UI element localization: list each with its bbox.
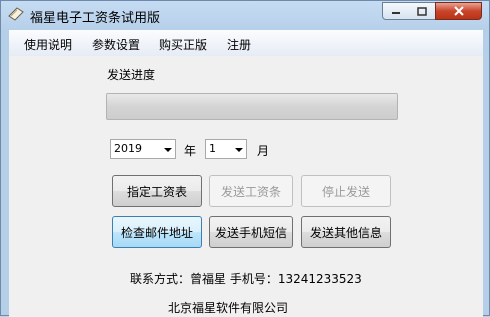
send-payroll-button[interactable]: 发送工资条: [209, 175, 293, 207]
menu-bar: 使用说明 参数设置 购买正版 注册: [9, 30, 483, 56]
send-other-button[interactable]: 发送其他信息: [301, 216, 391, 248]
specify-payroll-button[interactable]: 指定工资表: [112, 175, 202, 207]
year-value: 2019: [114, 142, 142, 155]
send-sms-button[interactable]: 发送手机短信: [209, 216, 293, 248]
minimize-icon: [392, 12, 400, 14]
window-title: 福星电子工资条试用版: [30, 11, 161, 26]
month-value: 1: [209, 142, 216, 155]
dropdown-arrow-icon: [235, 148, 243, 152]
app-window: 福星电子工资条试用版 使用说明 参数设置 购买正版 注册 发送进度 2019 年…: [0, 0, 490, 317]
menu-register[interactable]: 注册: [227, 36, 251, 53]
main-panel: 发送进度 2019 年 1 月 指定工资表 发送工资条 停止发送 检查邮件地址 …: [9, 56, 483, 317]
title-bar[interactable]: 福星电子工资条试用版: [1, 1, 489, 29]
menu-help[interactable]: 使用说明: [24, 36, 72, 53]
year-unit: 年: [184, 144, 197, 158]
close-icon: [453, 6, 464, 16]
stop-send-button[interactable]: 停止发送: [301, 175, 391, 207]
maximize-icon: [417, 6, 427, 16]
minimize-button[interactable]: [382, 2, 410, 20]
maximize-button[interactable]: [409, 2, 436, 20]
close-button[interactable]: [435, 2, 482, 20]
month-unit: 月: [257, 144, 270, 158]
month-select[interactable]: 1: [205, 139, 247, 159]
progress-label: 发送进度: [107, 68, 156, 82]
menu-settings[interactable]: 参数设置: [92, 36, 140, 53]
menu-buy[interactable]: 购买正版: [159, 36, 207, 53]
year-select[interactable]: 2019: [110, 139, 176, 159]
dropdown-arrow-icon: [164, 148, 172, 152]
send-progress-bar: [106, 93, 398, 120]
check-email-button[interactable]: 检查邮件地址: [112, 216, 202, 248]
company-name: 北京福星软件有限公司: [168, 301, 289, 315]
app-icon: [8, 7, 24, 21]
contact-info: 联系方式：曾福星 手机号：13241233523: [130, 272, 362, 286]
